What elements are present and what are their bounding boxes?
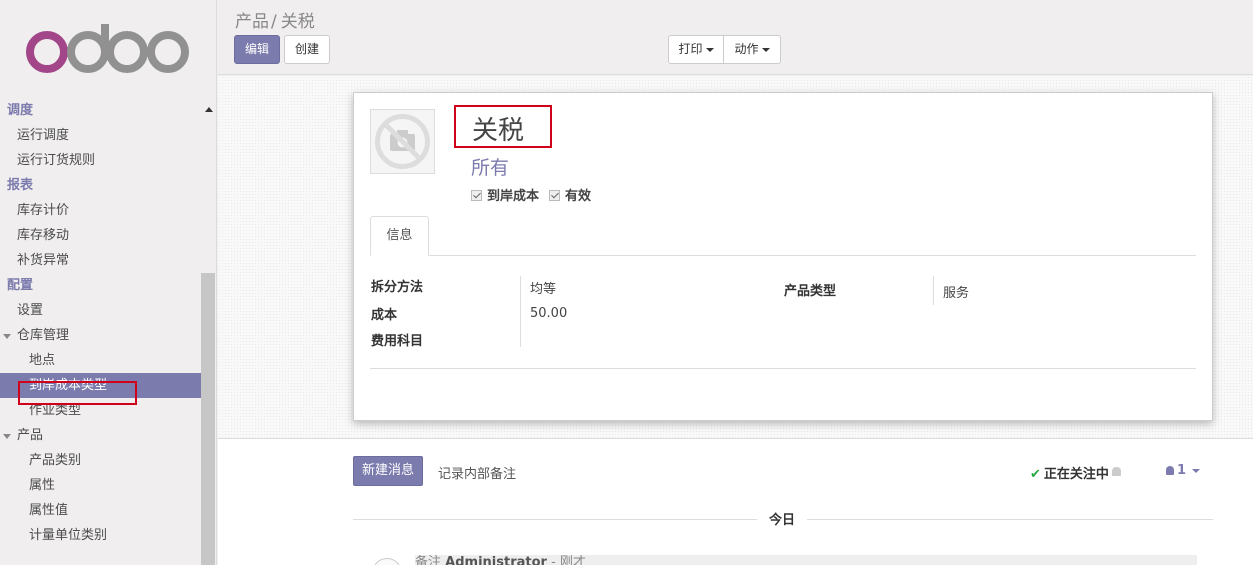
sidebar-item-settings[interactable]: 设置 bbox=[0, 298, 201, 323]
product-type-value[interactable]: 服务 bbox=[943, 282, 969, 301]
action-label: 动作 bbox=[734, 42, 759, 56]
sidebar-item-label: 属性 bbox=[29, 478, 56, 493]
caret-down-icon bbox=[3, 334, 11, 339]
sidebar-item-label: 设置 bbox=[17, 303, 44, 318]
sidebar-item-attribute-values[interactable]: 属性值 bbox=[0, 498, 201, 523]
sidebar-item-label: 库存移动 bbox=[17, 228, 70, 243]
no-image-icon bbox=[375, 114, 430, 169]
following-label: 正在关注中 bbox=[1043, 467, 1109, 482]
message-time: 刚才 bbox=[559, 555, 586, 565]
sidebar-item-label: 补货异常 bbox=[17, 253, 70, 268]
new-message-button[interactable]: 新建消息 bbox=[353, 456, 423, 486]
chevron-down-icon bbox=[705, 47, 714, 52]
avatar bbox=[372, 558, 402, 565]
record-subtitle: 所有 bbox=[471, 157, 510, 179]
active-label: 有效 bbox=[565, 189, 592, 204]
followers-dropdown[interactable]: 1 bbox=[1166, 463, 1201, 478]
cost-value[interactable]: 50.00 bbox=[530, 306, 567, 321]
sidebar-item-label: 运行调度 bbox=[17, 128, 70, 143]
followers-count: 1 bbox=[1177, 463, 1187, 478]
product-type-label: 产品类型 bbox=[784, 284, 837, 299]
product-image[interactable] bbox=[370, 109, 435, 174]
sidebar-item-locations[interactable]: 地点 bbox=[0, 348, 201, 373]
tab-info[interactable]: 信息 bbox=[370, 216, 429, 256]
caret-up-icon[interactable] bbox=[205, 107, 213, 112]
split-method-label: 拆分方法 bbox=[371, 280, 424, 295]
form-sheet: 关税 所有 到岸成本 有效 信息 拆分方法 成本 费用科目 均等 50.00 产品… bbox=[353, 92, 1213, 421]
landed-cost-label: 到岸成本 bbox=[487, 189, 540, 204]
sidebar-item-label: 属性值 bbox=[29, 503, 69, 518]
bell-icon[interactable] bbox=[1111, 467, 1121, 476]
sidebar-item-product-categories[interactable]: 产品类别 bbox=[0, 448, 201, 473]
split-method-value[interactable]: 均等 bbox=[530, 278, 556, 297]
sidebar-item-label: 地点 bbox=[29, 353, 56, 368]
sidebar-item-warehouse-management[interactable]: 仓库管理 bbox=[0, 323, 201, 348]
following-button[interactable]: ✔ 正在关注中 bbox=[1030, 463, 1121, 482]
message-type: 备注 bbox=[415, 555, 442, 565]
create-button[interactable]: 创建 bbox=[284, 35, 330, 64]
sheet-footer-divider bbox=[370, 368, 1196, 369]
action-dropdown[interactable]: 动作 bbox=[723, 35, 781, 64]
control-panel: 产品 / 关税 编辑 创建 打印 动作 bbox=[218, 0, 1253, 75]
sidebar-item-label: 库存计价 bbox=[17, 203, 70, 218]
checkbox-row: 到岸成本 有效 bbox=[471, 185, 591, 204]
section-label: 调度 bbox=[7, 103, 34, 118]
sidebar-item-uom-categories[interactable]: 计量单位类别 bbox=[0, 523, 201, 548]
chatter: 新建消息 记录内部备注 ✔ 正在关注中 1 今日 备注 Administrator… bbox=[218, 438, 1253, 565]
sidebar-item-procurement-exceptions[interactable]: 补货异常 bbox=[0, 248, 201, 273]
message-dash: - bbox=[551, 555, 556, 565]
check-icon: ✔ bbox=[1030, 467, 1041, 482]
edit-button[interactable]: 编辑 bbox=[234, 35, 280, 64]
sidebar-item-run-scheduler[interactable]: 运行调度 bbox=[0, 123, 201, 148]
field-divider bbox=[520, 276, 521, 347]
breadcrumb-separator: / bbox=[271, 12, 277, 32]
log-note-button[interactable]: 记录内部备注 bbox=[438, 463, 516, 482]
expense-account-label: 费用科目 bbox=[371, 334, 424, 349]
highlight-box bbox=[18, 381, 137, 405]
sidebar-menu: 调度 运行调度 运行订货规则 报表 库存计价 库存移动 补货异常 配置 设置 仓… bbox=[0, 98, 213, 548]
print-dropdown[interactable]: 打印 bbox=[668, 35, 724, 64]
message-author[interactable]: Administrator bbox=[445, 555, 547, 565]
section-reports: 报表 bbox=[0, 173, 201, 198]
chevron-down-icon bbox=[1192, 468, 1201, 473]
section-scheduler: 调度 bbox=[0, 98, 213, 123]
active-checkbox[interactable] bbox=[549, 190, 561, 201]
chevron-down-icon bbox=[761, 47, 770, 52]
odoo-logo[interactable] bbox=[22, 22, 192, 78]
sidebar-item-label: 计量单位类别 bbox=[29, 528, 108, 543]
sidebar-item-label: 作业类型 bbox=[29, 403, 82, 418]
sidebar-scrollbar[interactable] bbox=[201, 273, 215, 565]
sidebar-item-label: 仓库管理 bbox=[17, 328, 70, 343]
cost-label: 成本 bbox=[371, 308, 398, 323]
breadcrumb-current: 关税 bbox=[280, 12, 315, 32]
sidebar-item-label: 产品 bbox=[17, 428, 44, 443]
sidebar-item-label: 产品类别 bbox=[29, 453, 82, 468]
breadcrumb-parent[interactable]: 产品 bbox=[235, 12, 269, 32]
sidebar-item-run-reordering[interactable]: 运行订货规则 bbox=[0, 148, 201, 173]
message-header: 备注 Administrator - 刚才 bbox=[415, 555, 586, 565]
user-icon bbox=[1166, 466, 1174, 475]
landed-cost-checkbox[interactable] bbox=[471, 190, 482, 201]
sidebar-item-inventory-valuation[interactable]: 库存计价 bbox=[0, 198, 201, 223]
field-divider bbox=[933, 276, 934, 305]
record-name[interactable]: 关税 bbox=[472, 110, 524, 147]
section-label: 报表 bbox=[7, 178, 34, 193]
caret-down-icon bbox=[3, 434, 11, 439]
sidebar-item-products[interactable]: 产品 bbox=[0, 423, 201, 448]
sidebar: 调度 运行调度 运行订货规则 报表 库存计价 库存移动 补货异常 配置 设置 仓… bbox=[0, 0, 217, 565]
sidebar-item-label: 运行订货规则 bbox=[17, 153, 96, 168]
section-configuration: 配置 bbox=[0, 273, 201, 298]
date-label: 今日 bbox=[757, 509, 808, 528]
form-area: 关税 所有 到岸成本 有效 信息 拆分方法 成本 费用科目 均等 50.00 产品… bbox=[218, 76, 1253, 438]
tab-divider bbox=[370, 255, 1196, 256]
sidebar-item-stock-moves[interactable]: 库存移动 bbox=[0, 223, 201, 248]
sidebar-item-attributes[interactable]: 属性 bbox=[0, 473, 201, 498]
breadcrumb: 产品 / 关税 bbox=[235, 7, 315, 32]
message-item: 备注 Administrator - 刚才 bbox=[415, 555, 1197, 565]
section-label: 配置 bbox=[7, 278, 34, 293]
print-label: 打印 bbox=[678, 42, 703, 56]
